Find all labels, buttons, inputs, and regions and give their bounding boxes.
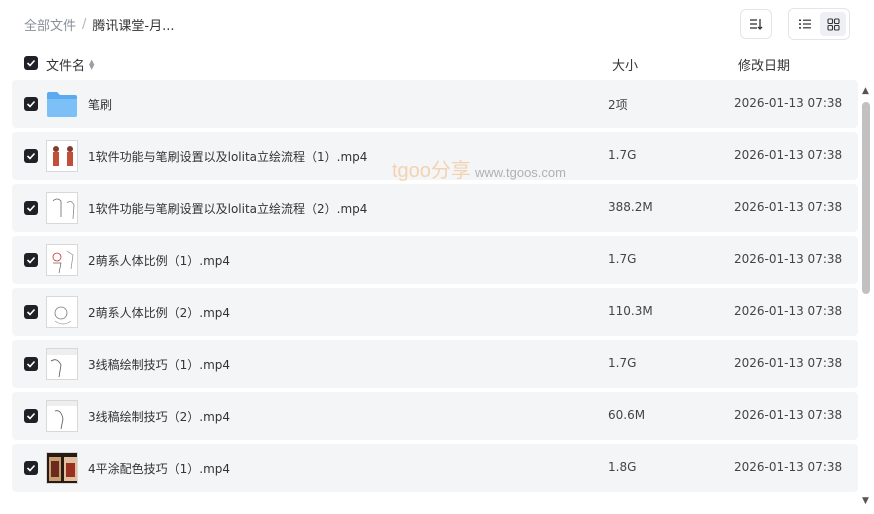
- checkmark-icon: [26, 59, 36, 67]
- video-thumbnail-icon: [46, 400, 78, 432]
- checkmark-icon: [26, 360, 36, 368]
- file-name[interactable]: 1软件功能与笔刷设置以及lolita立绘流程（1）.mp4: [88, 148, 367, 165]
- breadcrumb-current: 腾讯课堂-月...: [92, 18, 175, 34]
- checkmark-icon: [26, 308, 36, 316]
- row-checkbox[interactable]: [24, 201, 38, 215]
- file-date: 2026-01-13 07:38: [734, 96, 843, 110]
- row-checkbox[interactable]: [24, 97, 38, 111]
- file-size: 1.8G: [608, 460, 637, 474]
- list-view-icon: [799, 19, 811, 29]
- file-date: 2026-01-13 07:38: [734, 148, 843, 162]
- select-all-checkbox[interactable]: [24, 56, 38, 70]
- file-row[interactable]: 2萌系人体比例（2）.mp4 110.3M 2026-01-13 07:38: [12, 288, 858, 336]
- file-list: 笔刷 2项 2026-01-13 07:38 1软件功能与笔刷设置以及lolita立绘…: [0, 80, 874, 514]
- file-name[interactable]: 3线稿绘制技巧（1）.mp4: [88, 356, 230, 373]
- file-name[interactable]: 3线稿绘制技巧（2）.mp4: [88, 408, 230, 425]
- file-size: 60.6M: [608, 408, 646, 422]
- checkmark-icon: [26, 100, 36, 108]
- file-row[interactable]: 2萌系人体比例（1）.mp4 1.7G 2026-01-13 07:38: [12, 236, 858, 284]
- table-header: 文件名 ▲ ▼ 大小 修改日期: [0, 52, 874, 76]
- checkmark-icon: [26, 464, 36, 472]
- file-size: 388.2M: [608, 200, 653, 214]
- breadcrumb: 全部文件 / 腾讯课堂-月...: [24, 14, 175, 34]
- file-date: 2026-01-13 07:38: [734, 356, 843, 370]
- video-thumbnail-icon: [46, 452, 78, 484]
- watermark-url: www.tgoos.com: [474, 165, 566, 180]
- sort-arrows-icon: ▲ ▼: [89, 57, 95, 71]
- row-checkbox[interactable]: [24, 305, 38, 319]
- file-row[interactable]: 4平涂配色技巧（1）.mp4 1.8G 2026-01-13 07:38: [12, 444, 858, 492]
- breadcrumb-root-link[interactable]: 全部文件: [24, 15, 76, 34]
- checkmark-icon: [26, 412, 36, 420]
- grid-view-icon: [826, 17, 840, 31]
- folder-icon: [46, 90, 78, 118]
- video-thumbnail-icon: [46, 296, 78, 328]
- file-name[interactable]: 4平涂配色技巧（1）.mp4: [88, 460, 230, 477]
- file-row[interactable]: 3线稿绘制技巧（1）.mp4 1.7G 2026-01-13 07:38: [12, 340, 858, 388]
- folder-row[interactable]: 笔刷 2项 2026-01-13 07:38: [12, 80, 858, 128]
- row-checkbox[interactable]: [24, 357, 38, 371]
- checkmark-icon: [26, 256, 36, 264]
- video-thumbnail-icon: [46, 348, 78, 380]
- checkmark-icon: [26, 152, 36, 160]
- file-size: 110.3M: [608, 304, 653, 318]
- file-size: 2项: [608, 98, 628, 112]
- file-date: 2026-01-13 07:38: [734, 460, 843, 474]
- file-row[interactable]: 3线稿绘制技巧（2）.mp4 60.6M 2026-01-13 07:38: [12, 392, 858, 440]
- video-thumbnail-icon: [46, 244, 78, 276]
- file-date: 2026-01-13 07:38: [734, 408, 843, 422]
- file-name[interactable]: 笔刷: [88, 96, 112, 113]
- column-name-label: 文件名: [46, 59, 86, 74]
- row-checkbox[interactable]: [24, 409, 38, 423]
- scroll-down-icon[interactable]: ▼: [862, 496, 869, 506]
- column-date-header[interactable]: 修改日期: [738, 55, 790, 74]
- grid-view-button[interactable]: [820, 12, 846, 36]
- file-size: 1.7G: [608, 356, 637, 370]
- column-name-header[interactable]: 文件名 ▲ ▼: [46, 55, 94, 74]
- file-name[interactable]: 2萌系人体比例（1）.mp4: [88, 252, 230, 269]
- scrollbar[interactable]: ▲ ▼: [860, 86, 872, 510]
- column-size-header[interactable]: 大小: [612, 55, 638, 74]
- row-checkbox[interactable]: [24, 461, 38, 475]
- row-checkbox[interactable]: [24, 149, 38, 163]
- watermark-brand: tgoo分享: [392, 160, 471, 182]
- scrollbar-thumb[interactable]: [862, 102, 870, 294]
- video-thumbnail-icon: [46, 140, 78, 172]
- file-size: 1.7G: [608, 148, 637, 162]
- list-view-button[interactable]: [792, 12, 818, 36]
- sort-icon: [750, 19, 763, 30]
- row-checkbox[interactable]: [24, 253, 38, 267]
- file-date: 2026-01-13 07:38: [734, 252, 843, 266]
- file-date: 2026-01-13 07:38: [734, 304, 843, 318]
- scroll-up-icon[interactable]: ▲: [862, 86, 869, 96]
- file-name[interactable]: 2萌系人体比例（2）.mp4: [88, 304, 230, 321]
- breadcrumb-separator: /: [82, 16, 87, 32]
- file-name[interactable]: 1软件功能与笔刷设置以及lolita立绘流程（2）.mp4: [88, 200, 367, 217]
- view-toggle: [788, 8, 850, 40]
- file-row[interactable]: 1软件功能与笔刷设置以及lolita立绘流程（2）.mp4 388.2M 2026-…: [12, 184, 858, 232]
- checkmark-icon: [26, 204, 36, 212]
- file-size: 1.7G: [608, 252, 637, 266]
- file-date: 2026-01-13 07:38: [734, 200, 843, 214]
- watermark: tgoo分享 www.tgoos.com: [392, 154, 566, 183]
- sort-button[interactable]: [740, 9, 772, 39]
- video-thumbnail-icon: [46, 192, 78, 224]
